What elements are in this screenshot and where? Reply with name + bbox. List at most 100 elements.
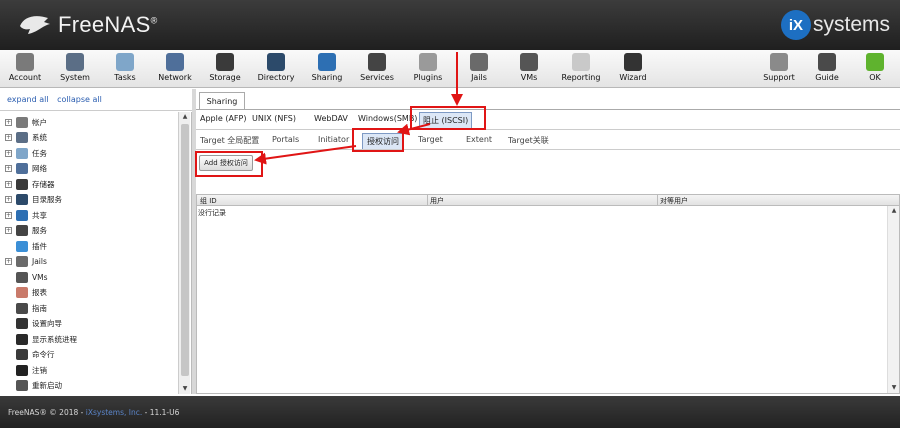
tab-portals[interactable]: Portals bbox=[272, 135, 299, 144]
scroll-down-icon[interactable]: ▼ bbox=[179, 384, 191, 394]
sidebar-item-label: 设置向导 bbox=[32, 319, 62, 328]
tab-sharing[interactable]: Sharing bbox=[199, 92, 245, 110]
toolbar-directory-button[interactable]: Directory bbox=[251, 52, 301, 86]
sidebar-item-label: VMs bbox=[32, 272, 48, 282]
collapse-all-link[interactable]: collapse all bbox=[57, 95, 102, 104]
expand-toggle-icon[interactable]: + bbox=[5, 196, 12, 203]
toolbar-wizard-button[interactable]: Wizard bbox=[608, 52, 658, 86]
sidebar-item-label: 显示系统进程 bbox=[32, 334, 77, 344]
toolbar-jails-button[interactable]: Jails bbox=[454, 52, 504, 86]
sidebar-item-tasks[interactable]: + 任务 bbox=[0, 146, 47, 160]
tab-initiator[interactable]: Initiator bbox=[318, 135, 349, 144]
sidebar-item-label: 注销 bbox=[32, 365, 47, 375]
toolbar-network-button[interactable]: Network bbox=[150, 52, 200, 86]
directory-icon bbox=[16, 194, 28, 205]
account-icon bbox=[16, 53, 34, 71]
toolbar-label: Account bbox=[8, 73, 42, 82]
toolbar-reporting-button[interactable]: Reporting bbox=[556, 52, 606, 86]
column-divider[interactable] bbox=[657, 195, 658, 206]
navigation-tree: + 帐户 + 系统 + 任务 + 网络 + 存储器 + 目录服务 + 共享 + 服务 插件 + Jails VMs 报表… bbox=[0, 112, 192, 394]
sidebar-item-label: 网络 bbox=[32, 164, 47, 173]
scroll-down-icon[interactable]: ▼ bbox=[888, 383, 900, 393]
tree-scrollbar[interactable]: ▲ ▼ bbox=[178, 112, 190, 394]
sidebar-item-shell[interactable]: 命令行 bbox=[0, 348, 55, 362]
expand-toggle-icon[interactable]: + bbox=[5, 180, 12, 188]
sidebar-item-services[interactable]: + 服务 bbox=[0, 224, 47, 238]
sidebar-item-wizard[interactable]: 设置向导 bbox=[0, 317, 62, 331]
sidebar-item-storage[interactable]: + 存储器 bbox=[0, 177, 55, 191]
column-peer-user[interactable]: 对等用户 bbox=[660, 196, 688, 206]
processes-icon bbox=[16, 333, 28, 345]
sidebar-item-plugins[interactable]: 插件 bbox=[0, 239, 47, 253]
wizard-icon bbox=[16, 318, 28, 329]
scroll-up-icon[interactable]: ▲ bbox=[888, 206, 900, 216]
tab-afp[interactable]: Apple (AFP) bbox=[200, 114, 246, 123]
toolbar-support-button[interactable]: Support bbox=[754, 52, 804, 86]
system-icon bbox=[16, 132, 28, 143]
expand-all-link[interactable]: expand all bbox=[7, 95, 49, 104]
toolbar-tasks-button[interactable]: Tasks bbox=[100, 52, 150, 86]
expand-toggle-icon[interactable]: + bbox=[5, 165, 12, 172]
scroll-thumb[interactable] bbox=[181, 124, 189, 376]
toolbar-plugins-button[interactable]: Plugins bbox=[403, 52, 453, 86]
brand-name: FreeNAS bbox=[58, 12, 151, 37]
toolbar-account-button[interactable]: Account bbox=[0, 52, 50, 86]
sidebar-item-jails[interactable]: + Jails bbox=[0, 255, 47, 269]
ixsystems-logo: iX systems bbox=[780, 10, 890, 40]
tab-target-global-config[interactable]: Target 全局配置 bbox=[200, 135, 259, 146]
sidebar-item-reboot[interactable]: 重新启动 bbox=[0, 379, 62, 393]
expand-toggle-icon[interactable]: + bbox=[5, 227, 12, 234]
toolbar-guide-button[interactable]: Guide bbox=[802, 52, 852, 86]
column-user[interactable]: 用户 bbox=[430, 196, 444, 206]
expand-toggle-icon[interactable]: + bbox=[5, 118, 12, 126]
toolbar-storage-button[interactable]: Storage bbox=[200, 52, 250, 86]
toolbar-services-button[interactable]: Services bbox=[352, 52, 402, 86]
highlight-add-button bbox=[195, 151, 263, 177]
tab-smb[interactable]: Windows(SMB) bbox=[358, 114, 417, 123]
toolbar-label: System bbox=[60, 73, 90, 82]
toolbar-vms-button[interactable]: VMs bbox=[504, 52, 554, 86]
grid-scrollbar[interactable]: ▲ ▼ bbox=[887, 206, 899, 393]
column-group-id[interactable]: 组 ID bbox=[200, 196, 217, 206]
column-divider[interactable] bbox=[427, 195, 428, 206]
sidebar-item-account[interactable]: + 帐户 bbox=[0, 115, 47, 129]
sidebar-item-label: 指南 bbox=[32, 303, 47, 313]
tab-target-association[interactable]: Target关联 bbox=[508, 135, 549, 146]
tasks-icon bbox=[16, 147, 28, 159]
tab-target[interactable]: Target bbox=[418, 135, 443, 144]
toolbar-system-button[interactable]: System bbox=[50, 52, 100, 86]
expand-toggle-icon[interactable]: + bbox=[5, 211, 12, 219]
grid-header: 组 ID 用户 对等用户 bbox=[197, 195, 899, 206]
iscsi-tab-divider bbox=[196, 149, 900, 150]
sidebar-item-processes[interactable]: 显示系统进程 bbox=[0, 332, 77, 346]
toolbar-label: Plugins bbox=[413, 73, 443, 82]
toolbar-label: Tasks bbox=[114, 73, 136, 82]
sidebar-item-label: Jails bbox=[32, 257, 47, 266]
version-text: - 11.1-U6 bbox=[142, 408, 180, 417]
sidebar-item-guide[interactable]: 指南 bbox=[0, 301, 47, 315]
reporting-icon bbox=[572, 53, 590, 71]
sidebar-item-vms[interactable]: VMs bbox=[0, 270, 48, 284]
tab-nfs[interactable]: UNIX (NFS) bbox=[252, 114, 296, 123]
expand-toggle-icon[interactable]: + bbox=[5, 258, 12, 265]
logout-icon bbox=[16, 364, 28, 376]
toolbar-label: Network bbox=[158, 73, 192, 82]
tab-webdav[interactable]: WebDAV bbox=[314, 114, 348, 123]
tab-extent[interactable]: Extent bbox=[466, 135, 492, 144]
services-icon bbox=[16, 225, 28, 236]
toolbar-label: Sharing bbox=[311, 73, 343, 82]
toolbar-alert-ok-button[interactable]: OK bbox=[850, 52, 900, 86]
expand-toggle-icon[interactable]: + bbox=[5, 134, 12, 141]
sidebar-item-reporting[interactable]: 报表 bbox=[0, 286, 47, 300]
expand-toggle-icon[interactable]: + bbox=[5, 149, 12, 157]
subtab-divider bbox=[196, 129, 900, 130]
company-link[interactable]: iXsystems, Inc. bbox=[86, 408, 142, 417]
sidebar-item-network[interactable]: + 网络 bbox=[0, 162, 47, 176]
sidebar-item-logout[interactable]: 注销 bbox=[0, 363, 47, 377]
sidebar-item-sharing[interactable]: + 共享 bbox=[0, 208, 47, 222]
sidebar-item-directory[interactable]: + 目录服务 bbox=[0, 193, 62, 207]
no-records-message: 没行记录 bbox=[198, 209, 226, 217]
scroll-up-icon[interactable]: ▲ bbox=[179, 112, 191, 122]
sidebar-item-system[interactable]: + 系统 bbox=[0, 131, 47, 145]
toolbar-sharing-button[interactable]: Sharing bbox=[302, 52, 352, 86]
